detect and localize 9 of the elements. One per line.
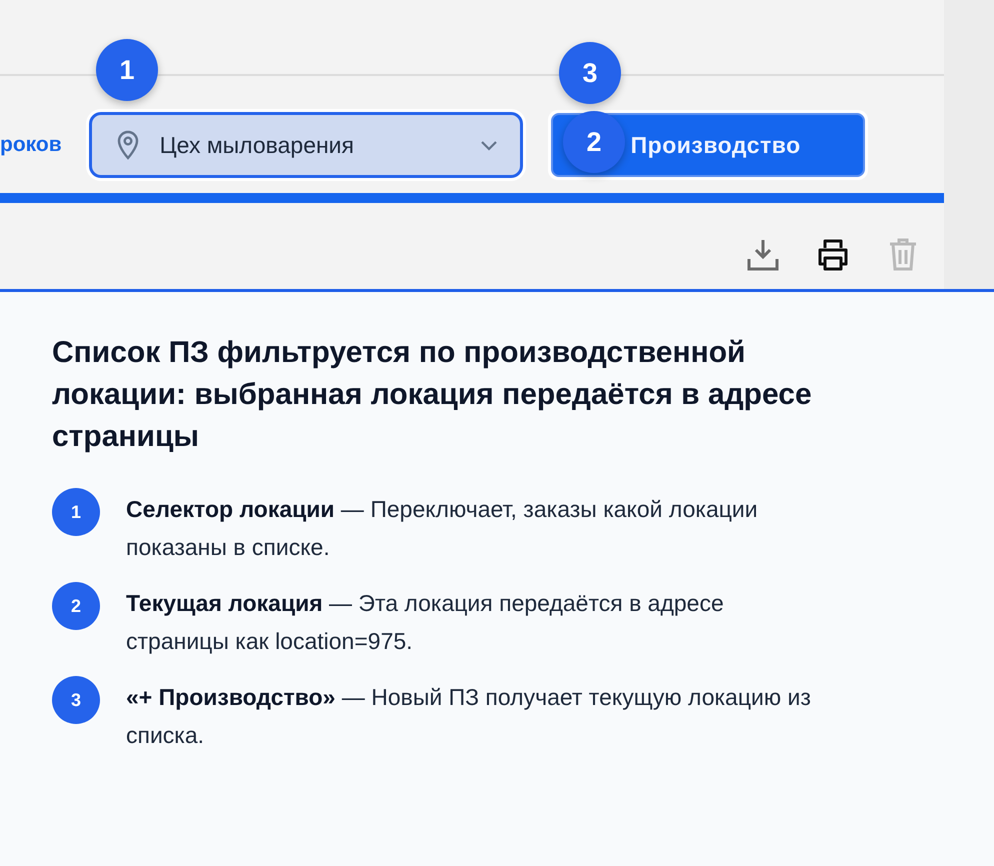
callout-tooltip: 1 [96, 39, 158, 101]
step-description: Текущая локация — Эта локация передаётся в адресе страницы как location=975. [126, 589, 725, 656]
step-description: «+ Производство» — Новый ПЗ получает текущую локацию из списка. [126, 683, 812, 750]
callout-tooltip: 3 [559, 42, 621, 104]
step-number: 3 [52, 676, 100, 724]
explanation-title: Список ПЗ фильтруется по производственной локации: выбранная локация передаётся в адресе страницы [52, 335, 812, 455]
step-number: 2 [52, 582, 100, 630]
step-number: 1 [52, 488, 100, 536]
step-description: Селектор локации — Переключает, заказы какой локации показаны в списке. [126, 495, 759, 562]
